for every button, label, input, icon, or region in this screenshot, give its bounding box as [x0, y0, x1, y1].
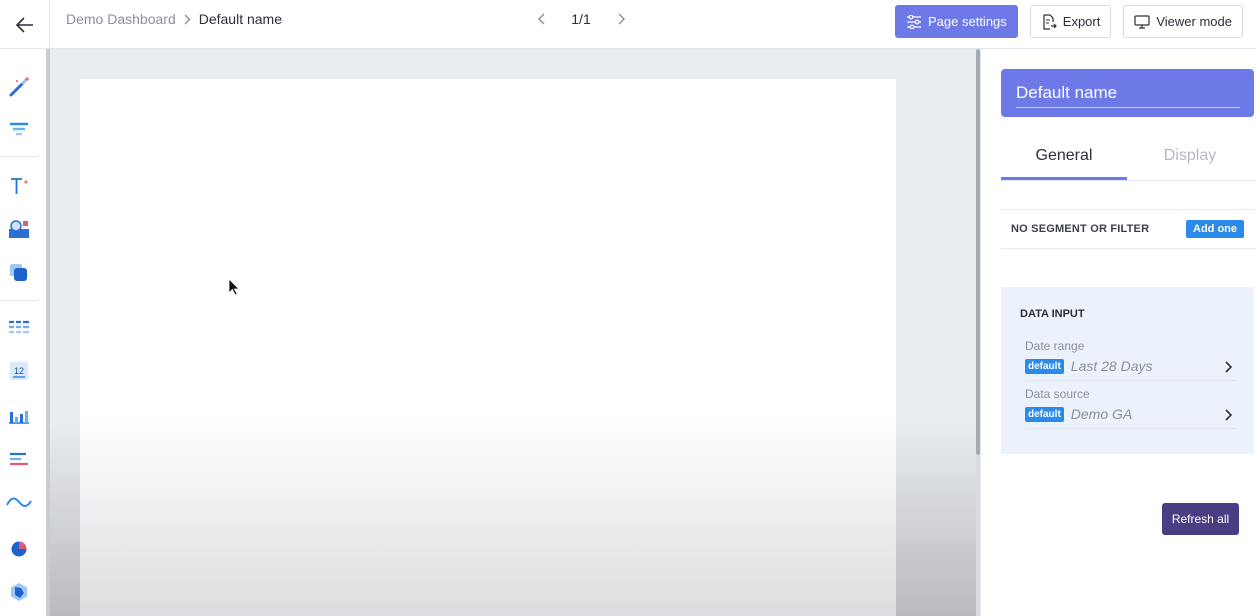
chevron-right-icon — [1225, 409, 1232, 421]
chevron-right-icon — [184, 14, 191, 25]
mouse-pointer-icon — [228, 278, 240, 296]
default-badge: default — [1025, 406, 1064, 422]
page-settings-button[interactable]: Page settings — [895, 5, 1018, 38]
filter-tool[interactable] — [0, 115, 38, 145]
horizontal-bar-icon — [10, 452, 28, 466]
chevron-right-icon — [618, 13, 625, 25]
page-settings-panel: General Display NO SEGMENT OR FILTER Add… — [980, 49, 1256, 616]
text-icon — [11, 178, 28, 194]
previous-page-button[interactable] — [530, 9, 552, 29]
filter-icon — [10, 122, 28, 136]
back-button[interactable] — [0, 0, 50, 49]
geo-map-icon — [11, 583, 27, 601]
bar-chart-icon — [9, 411, 29, 424]
date-range-value: Last 28 Days — [1070, 358, 1153, 374]
export-button[interactable]: Export — [1029, 5, 1112, 38]
image-icon — [9, 220, 29, 238]
breadcrumb-current: Default name — [198, 11, 283, 27]
tab-general[interactable]: General — [1001, 137, 1127, 180]
settings-tabs: General Display — [1001, 137, 1256, 181]
magic-wand-tool[interactable] — [0, 72, 38, 102]
page-name-box — [1001, 69, 1254, 117]
add-segment-button[interactable]: Add one — [1186, 220, 1244, 238]
page-name-input[interactable] — [1016, 81, 1240, 108]
date-range-label: Date range — [1025, 339, 1085, 353]
next-page-button[interactable] — [610, 9, 632, 29]
widget-toolbar: 12 — [0, 49, 47, 616]
chevron-right-icon — [1225, 361, 1232, 373]
toolbar-divider — [0, 156, 38, 157]
refresh-all-button[interactable]: Refresh all — [1162, 503, 1239, 535]
arrow-left-icon — [15, 16, 33, 33]
data-source-field[interactable]: Data source default Demo GA — [1025, 387, 1236, 429]
chevron-left-icon — [537, 13, 544, 25]
pie-chart-tool[interactable] — [0, 534, 38, 564]
data-input-section: DATA INPUT Date range default Last 28 Da… — [1001, 287, 1254, 454]
report-page[interactable] — [80, 79, 896, 616]
export-document-icon — [1043, 13, 1057, 30]
line-chart-icon — [6, 497, 32, 507]
svg-text:12: 12 — [14, 366, 24, 376]
pie-chart-icon — [11, 541, 27, 557]
shape-icon — [10, 264, 27, 281]
page-settings-label: Page settings — [928, 14, 1007, 29]
geo-map-tool[interactable] — [0, 577, 38, 607]
data-input-title: DATA INPUT — [1020, 308, 1085, 320]
text-tool[interactable] — [0, 171, 38, 201]
segment-filter-row: NO SEGMENT OR FILTER Add one — [1001, 209, 1256, 249]
tab-display[interactable]: Display — [1127, 137, 1253, 180]
magic-wand-icon — [9, 77, 29, 97]
sliders-icon — [907, 14, 921, 29]
breadcrumb: Demo Dashboard Default name — [66, 11, 282, 27]
breadcrumb-parent[interactable]: Demo Dashboard — [66, 11, 176, 27]
toolbar-divider — [0, 300, 38, 301]
line-chart-tool[interactable] — [0, 487, 38, 517]
data-source-value: Demo GA — [1070, 406, 1133, 422]
monitor-icon — [1134, 14, 1150, 29]
viewer-mode-button[interactable]: Viewer mode — [1123, 5, 1243, 38]
image-tool[interactable] — [0, 214, 38, 244]
shape-tool[interactable] — [0, 258, 38, 288]
default-badge: default — [1025, 358, 1064, 374]
segment-filter-label: NO SEGMENT OR FILTER — [1011, 223, 1150, 235]
number-tool[interactable]: 12 — [0, 356, 38, 386]
date-range-field[interactable]: Date range default Last 28 Days — [1025, 339, 1236, 381]
horizontal-bar-tool[interactable] — [0, 445, 38, 475]
number-icon: 12 — [10, 362, 28, 380]
bar-chart-tool[interactable] — [0, 401, 38, 431]
page-pager: 1/1 — [530, 9, 632, 29]
table-icon — [9, 320, 29, 334]
viewer-mode-label: Viewer mode — [1156, 14, 1232, 29]
data-source-label: Data source — [1025, 387, 1090, 401]
top-actions: Page settings Export Viewer mode — [895, 5, 1243, 38]
top-bar: Demo Dashboard Default name 1/1 Page set… — [0, 0, 1256, 49]
page-indicator: 1/1 — [571, 11, 591, 27]
report-canvas — [50, 49, 976, 616]
export-label: Export — [1062, 14, 1101, 29]
table-tool[interactable] — [0, 312, 38, 342]
